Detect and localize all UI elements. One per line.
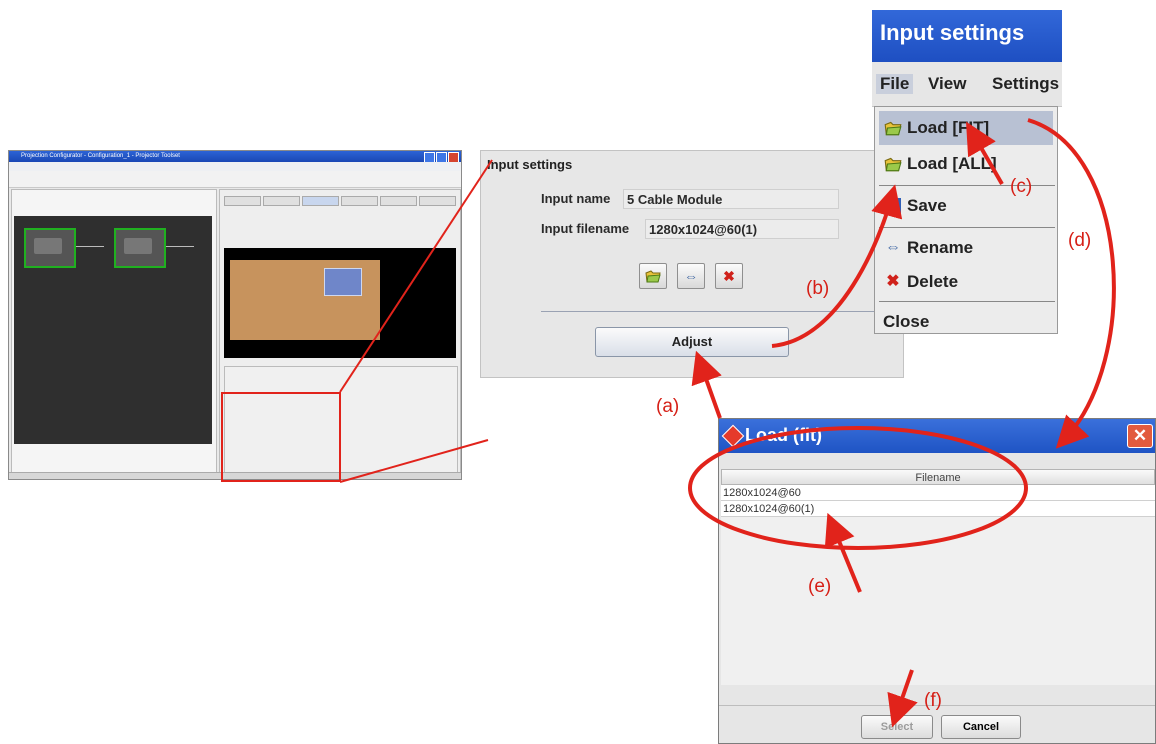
arrow-b	[771, 184, 903, 348]
arrow-e	[824, 512, 862, 593]
callout-e: (e)	[808, 576, 832, 597]
callout-d: (d)	[1068, 230, 1092, 251]
arrow-c	[966, 121, 1004, 185]
callout-b: (b)	[806, 278, 830, 299]
callout-f: (f)	[924, 690, 942, 711]
zoom-connector-line	[339, 159, 493, 393]
zoom-connector-line	[339, 439, 489, 483]
arrow-a	[691, 350, 722, 419]
annotation-overlay	[339, 118, 1116, 728]
highlight-ellipse	[688, 426, 1028, 550]
callout-a: (a)	[656, 396, 680, 417]
arrow-f	[887, 669, 918, 728]
arrow-d	[1027, 118, 1116, 449]
callout-c: (c)	[1010, 176, 1033, 197]
